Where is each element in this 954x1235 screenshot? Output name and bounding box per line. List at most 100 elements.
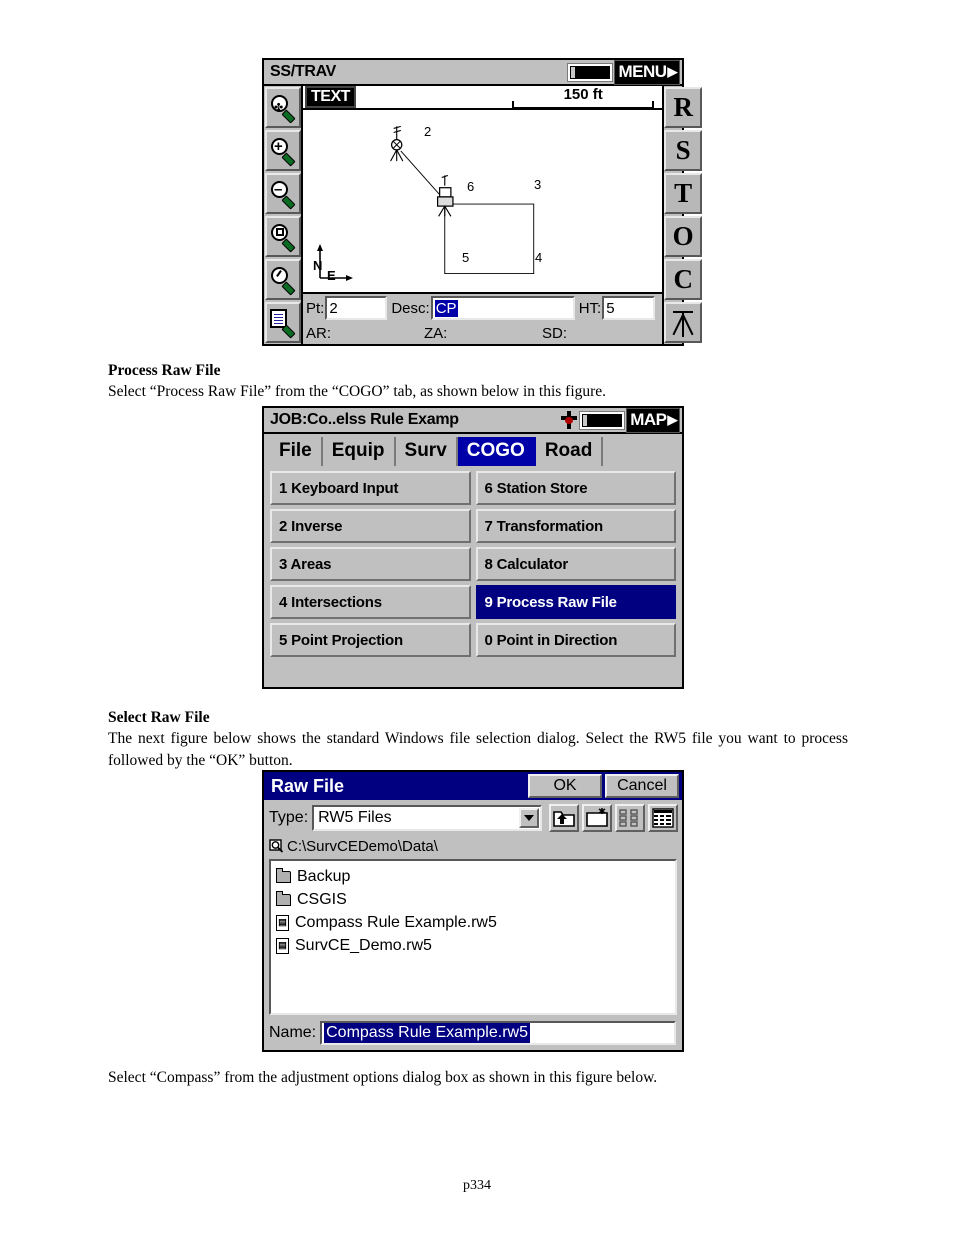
o-button-label: O <box>672 221 694 251</box>
details-view-icon <box>652 808 674 828</box>
c-button[interactable]: C <box>664 259 703 300</box>
section-paragraph: Select “Process Raw File” from the “COGO… <box>108 383 607 401</box>
map-screen-titlebar: SS/TRAV MENU ▶ <box>264 59 682 86</box>
menu-button-label: MENU <box>618 61 667 81</box>
menu-item-point-projection[interactable]: 5 Point Projection <box>270 623 471 657</box>
section-heading: Process Raw File <box>108 362 221 379</box>
zoom-out-tool[interactable] <box>265 173 301 214</box>
tab-equip[interactable]: Equip <box>323 437 396 466</box>
map-right-toolbar: R S T O C <box>664 86 703 344</box>
c-button-label: C <box>673 264 693 294</box>
menu-item-calculator[interactable]: 8 Calculator <box>475 547 676 581</box>
s-button[interactable]: S <box>664 130 703 171</box>
menu-item-inverse[interactable]: 2 Inverse <box>270 509 471 543</box>
file-name-row: Name: Compass Rule Example.rw5 <box>264 1019 682 1047</box>
height-input[interactable]: 5 <box>602 296 656 320</box>
figure-survey-map-screen: SS/TRAV MENU ▶ ✤ + – TEXT 150 ft 2 6 3 5… <box>262 58 703 346</box>
figure-cogo-menu-screen: JOB:Co..elss Rule Examp MAP ▶ File Equip… <box>262 406 684 689</box>
scale-label: 150 ft <box>563 86 603 103</box>
map-left-toolbar <box>264 86 301 344</box>
details-view-button[interactable] <box>648 804 678 832</box>
r-button[interactable]: R <box>664 87 703 128</box>
menu-button[interactable]: MENU ▶ <box>614 59 680 85</box>
section-process-raw-file: Process Raw File Select “Process Raw Fil… <box>108 360 848 403</box>
o-button[interactable]: O <box>664 216 703 257</box>
list-view-icon <box>619 809 638 827</box>
menu-item-process-raw-file[interactable]: 9 Process Raw File <box>475 585 676 619</box>
north-arrow-indicator: N E <box>313 244 355 284</box>
file-type-value: RW5 Files <box>318 809 392 826</box>
battery-icon <box>567 62 614 82</box>
menu-item-intersections[interactable]: 4 Intersections <box>270 585 471 619</box>
file-name-value: Compass Rule Example.rw5 <box>324 1023 530 1043</box>
ok-button[interactable]: OK <box>528 774 602 798</box>
list-view-button[interactable] <box>615 804 645 832</box>
map-button-label: MAP <box>630 409 667 429</box>
chevron-right-icon: ▶ <box>667 411 678 427</box>
list-item[interactable]: ▤ SurvCE_Demo.rw5 <box>276 934 675 957</box>
list-item-label: Backup <box>297 867 351 885</box>
map-canvas[interactable]: 2 6 3 5 4 N E <box>303 110 663 292</box>
battery-icon <box>579 410 626 430</box>
chevron-down-icon[interactable] <box>519 808 539 828</box>
zoom-in-tool[interactable] <box>265 130 301 171</box>
raw-file-icon: ▤ <box>276 914 289 931</box>
file-name-input[interactable]: Compass Rule Example.rw5 <box>320 1021 676 1045</box>
menu-item-station-store[interactable]: 6 Station Store <box>475 471 676 505</box>
folder-icon <box>275 867 291 883</box>
menu-item-transformation[interactable]: 7 Transformation <box>475 509 676 543</box>
menu-item-keyboard-input[interactable]: 1 Keyboard Input <box>270 471 471 505</box>
file-list[interactable]: Backup CSGIS ▤ Compass Rule Example.rw5 … <box>269 859 677 1015</box>
point-label-2: 2 <box>424 124 432 139</box>
current-path: C:\SurvCEDemo\Data\ <box>287 837 438 855</box>
point-input[interactable]: 2 <box>325 296 388 320</box>
module-tab-bar: File Equip Surv COGO Road <box>264 434 682 466</box>
menu-item-point-in-direction[interactable]: 0 Point in Direction <box>475 623 676 657</box>
file-type-row: Type: RW5 Files <box>264 800 682 834</box>
zoom-window-tool[interactable] <box>265 216 301 257</box>
up-one-level-icon <box>553 811 575 827</box>
point-field-label: Pt: <box>306 299 325 317</box>
text-toggle-button[interactable]: TEXT <box>305 86 356 108</box>
list-points-tool[interactable] <box>265 302 301 343</box>
up-one-level-button[interactable] <box>549 804 579 832</box>
new-folder-icon <box>586 808 608 827</box>
closing-paragraph-block: Select “Compass” from the adjustment opt… <box>108 1067 848 1088</box>
section-heading: Select Raw File <box>108 709 210 726</box>
file-type-select[interactable]: RW5 Files <box>312 805 542 831</box>
instrument-setup-button[interactable] <box>664 302 703 343</box>
description-input[interactable]: CP <box>430 296 575 320</box>
t-button[interactable]: T <box>664 173 703 214</box>
point-input-value: 2 <box>329 299 338 317</box>
new-folder-button[interactable] <box>582 804 612 832</box>
point-entry-row: Pt: 2 Desc: CP HT: 5 <box>303 292 663 322</box>
zoom-previous-magnifier-icon <box>270 266 296 296</box>
point-label-5: 5 <box>462 250 470 265</box>
point-label-3: 3 <box>534 177 542 192</box>
tab-road[interactable]: Road <box>536 437 604 466</box>
height-field-label: HT: <box>578 299 602 317</box>
cogo-screen-titlebar: JOB:Co..elss Rule Examp MAP ▶ <box>264 407 682 434</box>
zoom-previous-tool[interactable] <box>265 259 301 300</box>
list-item[interactable]: CSGIS <box>275 888 675 911</box>
dialog-title: Raw File <box>271 775 345 796</box>
tab-file[interactable]: File <box>270 437 323 466</box>
menu-item-areas[interactable]: 3 Areas <box>270 547 471 581</box>
tab-cogo[interactable]: COGO <box>457 437 536 466</box>
section-select-raw-file: Select Raw File The next figure below sh… <box>108 707 848 771</box>
page-footer: p334 <box>463 1178 491 1193</box>
s-button-label: S <box>675 135 691 165</box>
height-input-value: 5 <box>606 299 615 317</box>
cancel-button[interactable]: Cancel <box>605 774 679 798</box>
pan-zoom-tool[interactable] <box>265 87 301 128</box>
search-icon <box>269 839 284 853</box>
zoom-out-magnifier-icon <box>270 180 296 210</box>
scale-bar: 150 ft <box>512 86 655 109</box>
list-item[interactable]: ▤ Compass Rule Example.rw5 <box>276 911 675 934</box>
page-title: SS/TRAV <box>270 63 337 80</box>
closing-paragraph: Select “Compass” from the adjustment opt… <box>108 1069 658 1086</box>
list-item[interactable]: Backup <box>275 865 675 888</box>
east-label: E <box>327 268 336 283</box>
map-button[interactable]: MAP ▶ <box>626 407 680 433</box>
tab-surv[interactable]: Surv <box>396 437 458 466</box>
